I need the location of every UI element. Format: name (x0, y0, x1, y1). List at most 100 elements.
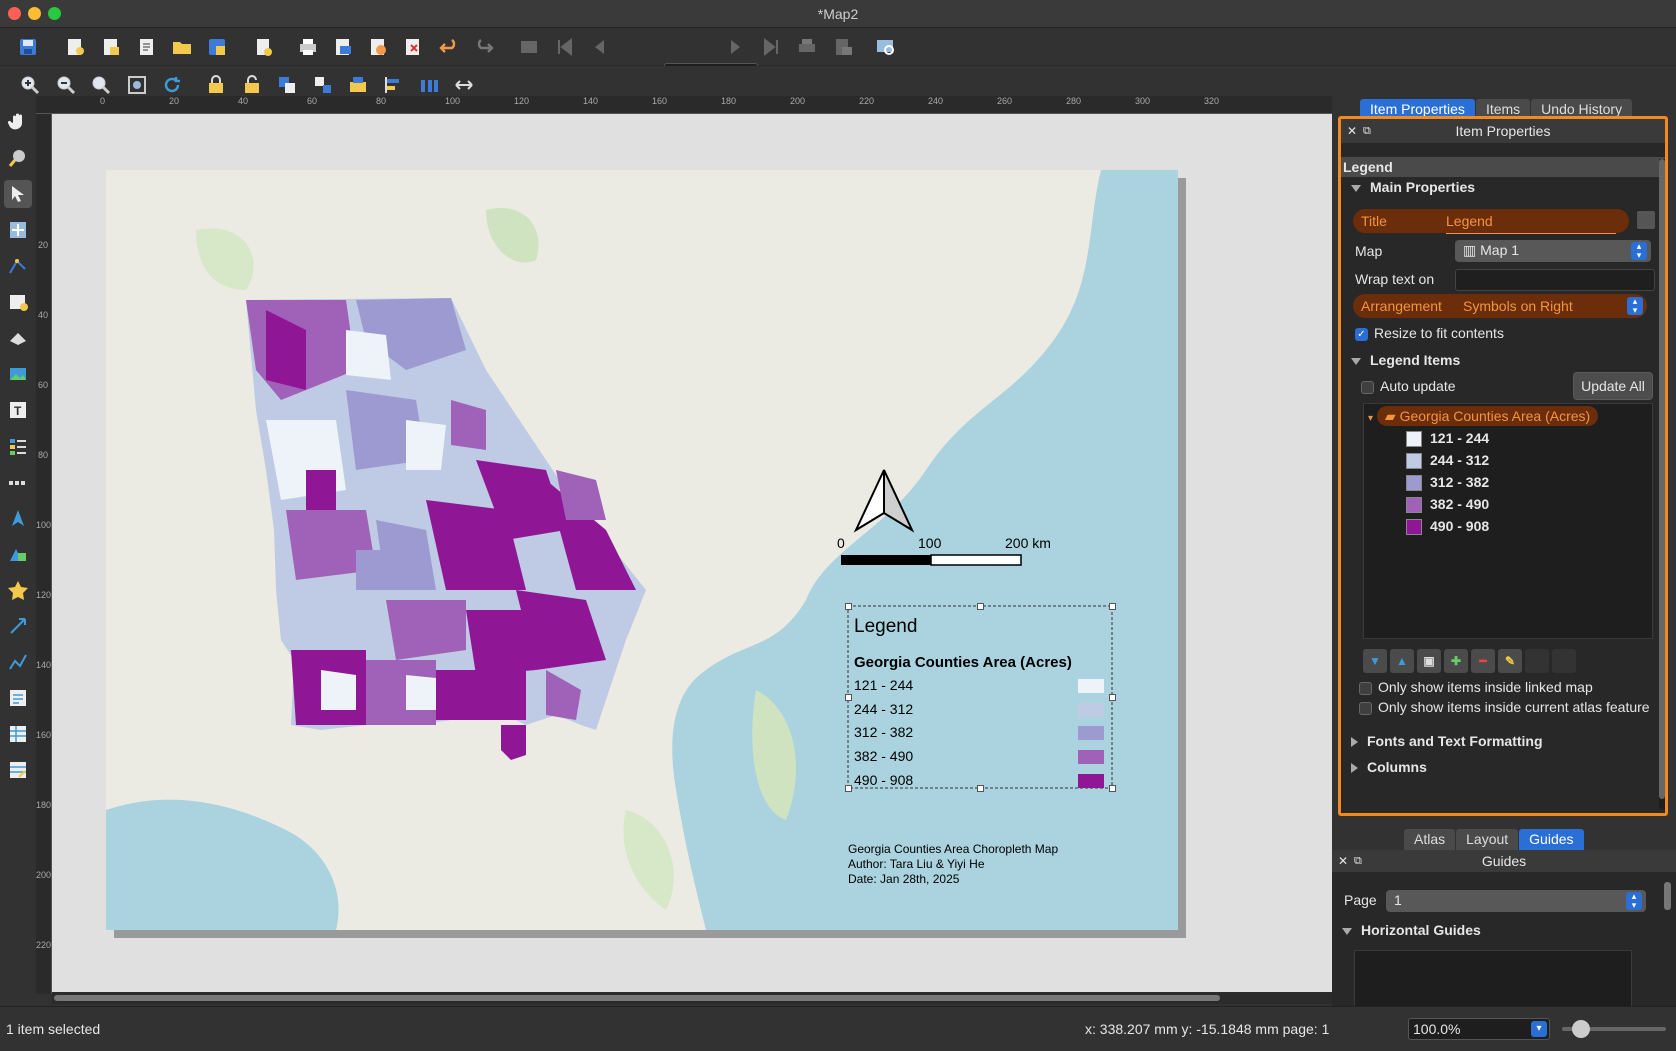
add-html-icon[interactable] (4, 684, 32, 712)
edit-nodes-icon[interactable] (4, 252, 32, 280)
atlas-settings-icon[interactable] (516, 34, 542, 60)
group-items-icon[interactable] (274, 72, 300, 98)
arrangement-select[interactable]: Symbols on Right (1463, 294, 1573, 318)
page-properties-icon[interactable] (250, 34, 276, 60)
export-image-icon[interactable] (330, 34, 356, 60)
zoom-actual-icon[interactable] (88, 72, 114, 98)
resize-items-icon[interactable] (451, 72, 477, 98)
undo-icon[interactable] (436, 34, 462, 60)
add-arrow-icon[interactable] (4, 612, 32, 640)
align-items-icon[interactable] (380, 72, 406, 98)
tab-guides[interactable]: Guides (1519, 829, 1584, 851)
map-item[interactable]: 0 100 200 km Legend Georgia Counties Are… (106, 170, 1178, 930)
main-properties-section[interactable]: Main Properties (1351, 179, 1475, 195)
columns-section[interactable]: Columns (1351, 759, 1427, 775)
refresh-icon[interactable] (159, 72, 185, 98)
tree-class-item[interactable]: 490 - 908 (1406, 516, 1489, 536)
redo-icon[interactable] (471, 34, 497, 60)
lock-items-icon[interactable] (203, 72, 229, 98)
selection-handle[interactable] (1109, 785, 1116, 792)
fonts-section[interactable]: Fonts and Text Formatting (1351, 733, 1543, 749)
add-shape-icon[interactable] (4, 540, 32, 568)
layout-page[interactable]: 0 100 200 km Legend Georgia Counties Are… (106, 170, 1178, 930)
tab-layout[interactable]: Layout (1456, 829, 1519, 851)
print-atlas-icon[interactable] (794, 34, 820, 60)
only-atlas-feature-checkbox[interactable]: Only show items inside current atlas fea… (1359, 695, 1650, 719)
add-scalebar-icon[interactable] (4, 468, 32, 496)
add-fixed-table-icon[interactable] (4, 756, 32, 784)
horizontal-guides-list[interactable] (1354, 950, 1632, 1010)
first-feature-icon[interactable] (552, 34, 578, 60)
previous-feature-icon[interactable] (587, 34, 613, 60)
remove-item-icon[interactable]: ━ (1471, 649, 1495, 673)
move-down-icon[interactable]: ▼ (1363, 649, 1387, 673)
export-pdf-icon[interactable] (400, 34, 426, 60)
float-icon[interactable]: ⧉ (1363, 119, 1371, 143)
tree-class-item[interactable]: 244 - 312 (1406, 450, 1489, 470)
add-legend-icon[interactable] (4, 432, 32, 460)
guides-page-select[interactable]: 1 ▴ ▾ (1386, 890, 1646, 912)
zoom-in-icon[interactable] (17, 72, 43, 98)
legend-items-section[interactable]: Legend Items (1351, 352, 1460, 368)
atlas-preview-icon[interactable] (872, 34, 898, 60)
float-icon[interactable]: ⧉ (1354, 850, 1362, 872)
selection-handle[interactable] (977, 603, 984, 610)
layout-canvas[interactable]: 0 100 200 km Legend Georgia Counties Are… (52, 114, 1332, 994)
layout-manager-icon[interactable] (134, 34, 160, 60)
tab-atlas[interactable]: Atlas (1404, 829, 1456, 851)
selection-handle[interactable] (1109, 694, 1116, 701)
ungroup-items-icon[interactable] (310, 72, 336, 98)
tree-root-layer[interactable]: ▾ ▰ Georgia Counties Area (Acres) (1368, 406, 1599, 426)
add-picture-icon[interactable] (4, 360, 32, 388)
scrollbar-thumb[interactable] (54, 995, 1220, 1001)
selection-handle[interactable] (845, 785, 852, 792)
horizontal-scrollbar[interactable] (52, 992, 1332, 1004)
legend-items-tree[interactable]: ▾ ▰ Georgia Counties Area (Acres) 121 - … (1363, 403, 1653, 639)
add-polyline-icon[interactable] (4, 648, 32, 676)
add-label-icon[interactable]: T (4, 396, 32, 424)
export-atlas-icon[interactable] (830, 34, 856, 60)
close-icon[interactable]: ✕ (1338, 850, 1348, 872)
add-attribute-table-icon[interactable] (4, 720, 32, 748)
map-select[interactable]: ▥ Map 1 ▴ ▾ (1455, 240, 1651, 262)
panel-scrollbar[interactable] (1659, 159, 1665, 809)
add-marker-icon[interactable] (4, 576, 32, 604)
update-all-button[interactable]: Update All (1573, 372, 1653, 400)
distribute-items-icon[interactable] (416, 72, 442, 98)
add-north-arrow-icon[interactable] (4, 504, 32, 532)
unlock-items-icon[interactable] (239, 72, 265, 98)
zoom-tool-icon[interactable] (4, 144, 32, 172)
new-layout-icon[interactable] (62, 34, 88, 60)
add-item-icon[interactable]: ✚ (1444, 649, 1468, 673)
selection-handle[interactable] (977, 785, 984, 792)
zoom-out-icon[interactable] (53, 72, 79, 98)
add-group-icon[interactable]: ▣ (1417, 649, 1441, 673)
open-template-icon[interactable] (169, 34, 195, 60)
move-up-icon[interactable]: ▲ (1390, 649, 1414, 673)
expression-icon[interactable] (1637, 211, 1655, 229)
scrollbar-thumb[interactable] (1659, 159, 1665, 799)
pan-hand-icon[interactable] (4, 108, 32, 136)
tree-class-item[interactable]: 121 - 244 (1406, 428, 1489, 448)
edit-item-icon[interactable]: ✎ (1498, 649, 1522, 673)
selection-handle[interactable] (845, 694, 852, 701)
horizontal-guides-section[interactable]: Horizontal Guides (1342, 922, 1481, 938)
raise-items-icon[interactable] (345, 72, 371, 98)
resize-to-fit-checkbox[interactable]: ✓ Resize to fit contents (1355, 321, 1504, 345)
save-template-icon[interactable] (204, 34, 230, 60)
selection-handle[interactable] (1109, 603, 1116, 610)
add-map-icon[interactable] (4, 288, 32, 316)
close-icon[interactable]: ✕ (1347, 119, 1357, 143)
zoom-slider[interactable] (1562, 1020, 1666, 1038)
zoom-combo[interactable]: 100.0% ▾ (1408, 1018, 1550, 1040)
wrap-text-input[interactable] (1455, 269, 1655, 291)
tree-class-item[interactable]: 382 - 490 (1406, 494, 1489, 514)
save-icon[interactable] (15, 34, 41, 60)
print-icon[interactable] (295, 34, 321, 60)
next-feature-icon[interactable] (722, 34, 748, 60)
select-move-item-icon[interactable] (4, 180, 32, 208)
auto-update-checkbox[interactable]: Auto update (1361, 374, 1456, 398)
zoom-full-icon[interactable] (124, 72, 150, 98)
duplicate-layout-icon[interactable] (98, 34, 124, 60)
move-content-icon[interactable] (4, 216, 32, 244)
